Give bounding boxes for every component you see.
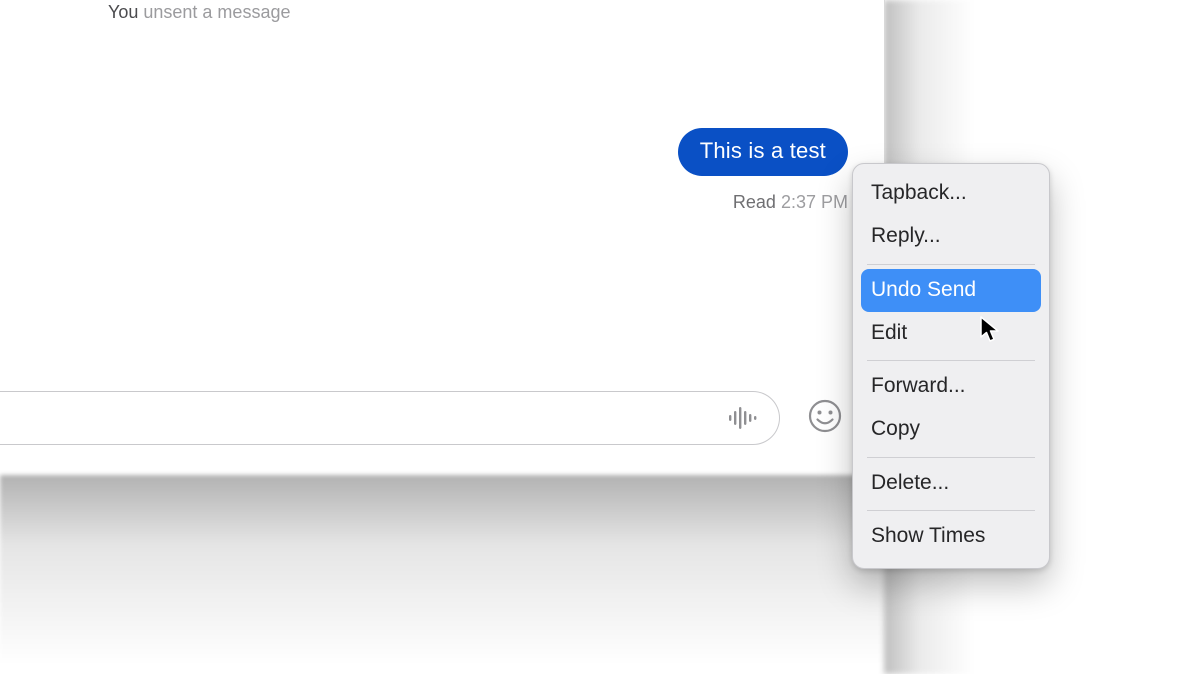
sent-message-text: This is a test — [700, 138, 826, 163]
window-bottom-shadow — [0, 475, 884, 674]
read-receipt: Read 2:37 PM — [733, 192, 848, 213]
menu-item-tapback[interactable]: Tapback... — [853, 172, 1049, 215]
read-receipt-status: Read — [733, 192, 776, 212]
compose-input[interactable] — [0, 391, 780, 445]
menu-separator — [867, 264, 1035, 265]
menu-item-forward[interactable]: Forward... — [853, 365, 1049, 408]
message-context-menu: Tapback... Reply... Undo Send Edit Forwa… — [852, 163, 1050, 569]
menu-item-edit[interactable]: Edit — [853, 312, 1049, 355]
messages-window: You unsent a message This is a test Read… — [0, 0, 885, 475]
audio-memo-icon[interactable] — [729, 405, 757, 431]
read-receipt-time: 2:37 PM — [781, 192, 848, 212]
status-unsent-message: You unsent a message — [108, 2, 290, 23]
smiley-icon — [808, 399, 842, 438]
menu-separator — [867, 457, 1035, 458]
status-rest: unsent a message — [138, 2, 290, 22]
menu-item-reply[interactable]: Reply... — [853, 215, 1049, 258]
menu-item-show-times[interactable]: Show Times — [853, 515, 1049, 558]
sent-message-bubble[interactable]: This is a test — [678, 128, 848, 176]
menu-separator — [867, 510, 1035, 511]
status-prefix: You — [108, 2, 138, 22]
menu-item-undo-send[interactable]: Undo Send — [861, 269, 1041, 312]
menu-item-delete[interactable]: Delete... — [853, 462, 1049, 505]
menu-item-copy[interactable]: Copy — [853, 408, 1049, 451]
menu-separator — [867, 360, 1035, 361]
emoji-picker-button[interactable] — [806, 399, 844, 437]
